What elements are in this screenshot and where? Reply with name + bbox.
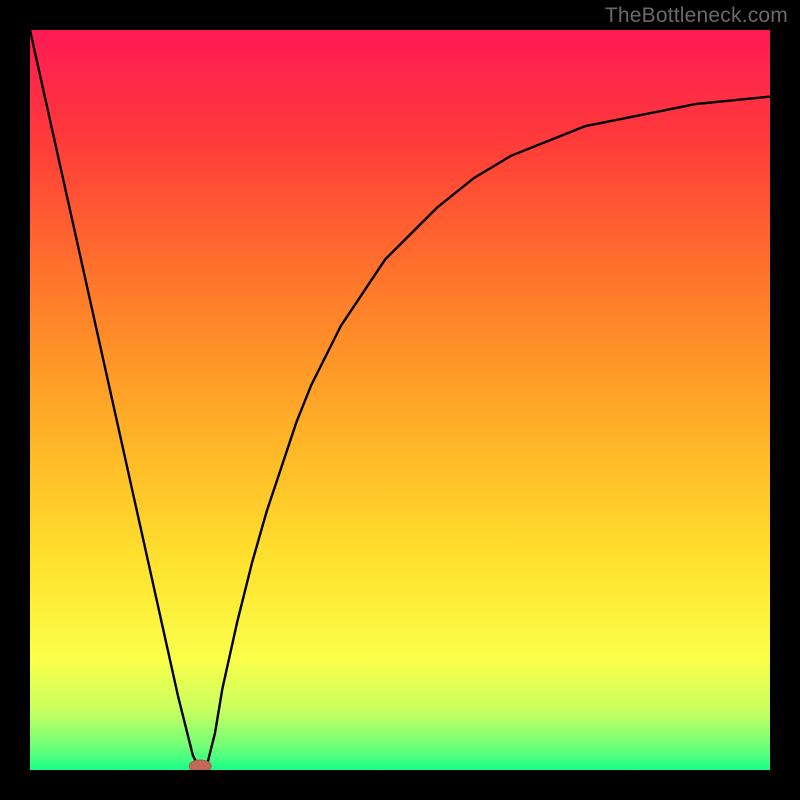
min-marker: [189, 760, 211, 770]
gradient-background: [30, 30, 770, 770]
chart-svg: [30, 30, 770, 770]
watermark-text: TheBottleneck.com: [605, 4, 788, 28]
plot-area: [30, 30, 770, 770]
chart-frame: TheBottleneck.com: [0, 0, 800, 800]
